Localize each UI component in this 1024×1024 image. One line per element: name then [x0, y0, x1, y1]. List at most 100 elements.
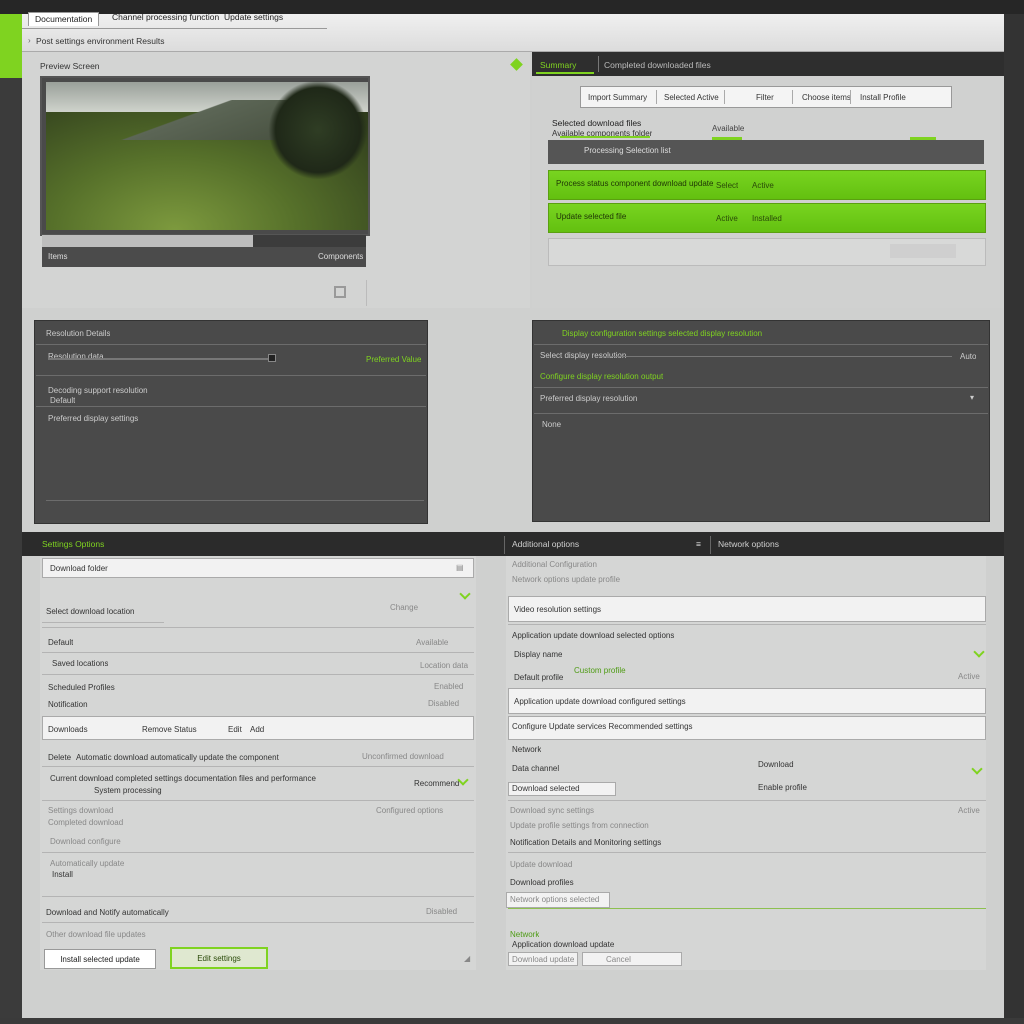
table-cell: Select — [716, 181, 739, 190]
filter-filter[interactable]: Filter — [756, 93, 774, 102]
remove-button[interactable]: Remove — [142, 725, 172, 734]
download-sync-label: Download sync settings — [510, 806, 595, 815]
divider — [508, 624, 986, 625]
table-row-label: Processing Selection list — [584, 146, 671, 155]
network-label: Network — [512, 745, 542, 754]
dropdown-track[interactable] — [600, 356, 952, 357]
resolution-panel-title: Resolution Details — [46, 329, 111, 338]
divider — [508, 800, 986, 801]
scheduled-profiles-label: Scheduled Profiles — [48, 683, 115, 692]
divider — [508, 908, 986, 909]
resolution-slider-thumb[interactable] — [268, 354, 276, 362]
table-row-label: Update selected file — [556, 212, 627, 221]
tab-settings-options[interactable]: Settings Options — [42, 539, 104, 549]
preferred-resolution-none: None — [542, 420, 562, 429]
configure-output-link[interactable]: Configure display resolution output — [540, 372, 663, 381]
divider — [534, 344, 988, 345]
divider — [42, 627, 474, 628]
scheduled-profiles-value: Enabled — [434, 682, 464, 691]
system-processing-label: System processing — [94, 786, 162, 795]
resolution-slider-track[interactable] — [48, 358, 268, 360]
menu-icon[interactable]: ▤ — [456, 563, 464, 572]
resolution-default: Default — [50, 396, 76, 405]
download-profiles-label: Download profiles — [510, 878, 574, 887]
download-notify-value: Disabled — [426, 907, 458, 916]
divider — [36, 344, 426, 345]
tab-channel-processing[interactable]: Channel processing function — [112, 12, 219, 26]
resize-grip-icon[interactable]: ◢ — [464, 954, 470, 963]
select-resolution-value[interactable]: Auto — [960, 352, 976, 361]
results-right-label: Available — [712, 124, 745, 133]
divider — [42, 622, 164, 623]
expand-icon[interactable] — [334, 286, 346, 298]
tab-additional-options[interactable]: Additional options — [512, 539, 579, 549]
tab-network-options[interactable]: Network options — [718, 539, 779, 549]
custom-profile-link[interactable]: Custom profile — [574, 666, 626, 675]
network-label-2: Network — [510, 930, 540, 939]
delete-label: Delete — [48, 753, 72, 762]
edit-settings-button[interactable]: Edit settings — [170, 947, 268, 969]
landscape-image-tree — [268, 80, 368, 180]
tab-update-settings[interactable]: Update settings — [224, 12, 283, 26]
divider — [42, 896, 474, 897]
preferred-resolution-label[interactable]: Preferred display resolution — [540, 394, 637, 403]
table-row-label: Process status component download update — [556, 179, 714, 188]
cancel-button[interactable] — [582, 952, 682, 966]
filter-divider — [724, 90, 725, 104]
tab-documentation[interactable]: Documentation — [28, 12, 100, 26]
preview-title: Preview Screen — [40, 61, 100, 71]
filter-selected-active[interactable]: Selected Active — [664, 93, 719, 102]
status-button[interactable]: Status — [174, 725, 197, 734]
divider — [508, 852, 986, 853]
divider — [36, 406, 426, 407]
divider — [42, 922, 474, 923]
filter-divider — [792, 90, 793, 104]
download-location-label: Select download location — [46, 607, 135, 616]
data-channel-value[interactable]: Download — [758, 760, 794, 769]
divider — [42, 652, 474, 653]
default-value: Available — [416, 638, 449, 647]
other-updates-label: Other download file updates — [46, 930, 146, 939]
accent-strip — [0, 14, 22, 78]
data-channel-label: Data channel — [512, 764, 560, 773]
breadcrumb[interactable]: Post settings environment Results — [36, 36, 165, 46]
table-cell: Active — [716, 214, 738, 223]
update-download-label: Update download — [510, 860, 573, 869]
auto-download-label: Automatic download automatically update … — [76, 753, 279, 762]
results-tab-bar — [532, 52, 1004, 76]
downloads-cell[interactable]: Downloads — [48, 725, 88, 734]
image-progress-fill — [42, 235, 253, 247]
default-profile-value: Active — [958, 672, 980, 681]
install-selected-button[interactable]: Install selected update — [44, 949, 156, 969]
display-name-label: Display name — [514, 650, 563, 659]
app-download-update-label: Application download update — [512, 940, 615, 949]
add-button[interactable]: Add — [250, 725, 264, 734]
display-config-title: Display configuration settings selected … — [562, 329, 763, 338]
filter-import-summary[interactable]: Import Summary — [588, 93, 647, 102]
chevron-down-icon[interactable]: ▾ — [970, 393, 974, 402]
notification-details-label: Notification Details and Monitoring sett… — [510, 838, 662, 847]
settings-icon[interactable]: ≡ — [696, 539, 701, 549]
download-folder-label: Download folder — [50, 564, 108, 573]
video-resolution-label: Video resolution settings — [514, 605, 602, 614]
resolution-line: Decoding support resolution — [48, 386, 148, 395]
filter-install-profile[interactable]: Install Profile — [860, 93, 906, 102]
divider — [42, 800, 474, 801]
settings-download-label: Settings download — [48, 806, 114, 815]
enable-profile-link[interactable]: Enable profile — [758, 783, 807, 792]
recommend-link[interactable]: Recommend — [414, 779, 459, 788]
table-cell: Active — [752, 181, 774, 190]
tab-completed-downloads[interactable]: Completed downloaded files — [604, 60, 711, 70]
toolbar-divider — [710, 536, 711, 554]
status-underline — [560, 136, 650, 138]
app-update-options-label: Application update download selected opt… — [512, 631, 675, 640]
change-location-link[interactable]: Change — [390, 603, 418, 612]
divider — [36, 375, 426, 376]
filter-choose-items[interactable]: Choose items — [802, 93, 851, 102]
edit-button[interactable]: Edit — [228, 725, 242, 734]
download-sync-value: Active — [958, 806, 980, 815]
additional-config-label: Additional Configuration — [512, 560, 597, 569]
notification-label: Notification — [48, 700, 88, 709]
tab-summary[interactable]: Summary — [536, 56, 594, 74]
table-cell-empty — [890, 244, 956, 258]
